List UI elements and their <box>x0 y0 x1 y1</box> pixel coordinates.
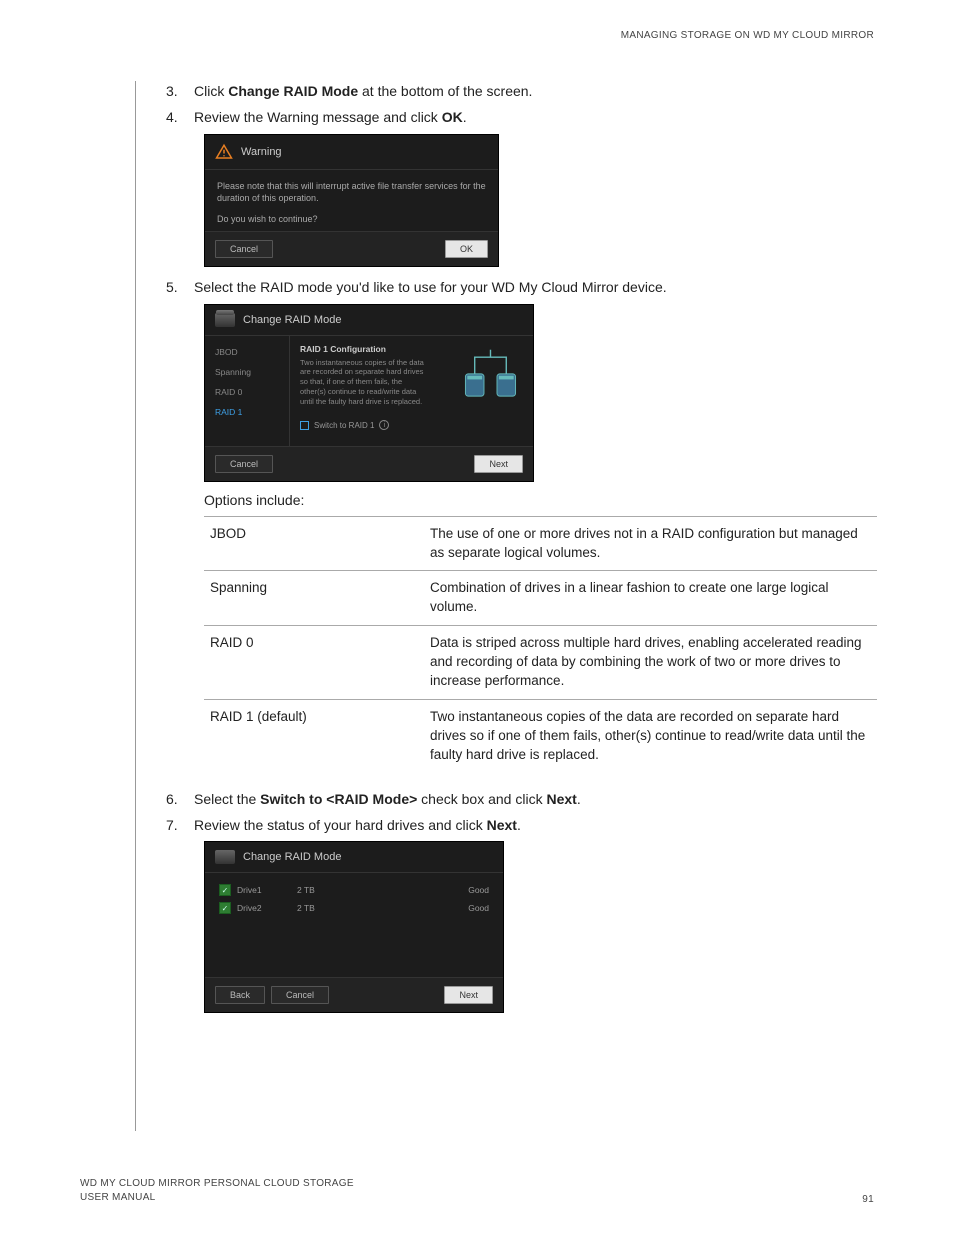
cancel-button[interactable]: Cancel <box>215 455 273 473</box>
switch-raid-checkbox[interactable] <box>300 421 309 430</box>
drive-ok-icon: ✓ <box>219 884 231 896</box>
change-raid-mode-dialog: Change RAID Mode JBOD Spanning RAID 0 RA… <box>204 304 534 482</box>
cancel-button[interactable]: Cancel <box>271 986 329 1004</box>
options-caption: Options include: <box>204 492 874 508</box>
option-desc: The use of one or more drives not in a R… <box>424 516 877 571</box>
step-number: 5. <box>166 277 194 297</box>
option-name: Spanning <box>204 571 424 626</box>
bold-text: Next <box>487 817 517 833</box>
raid-option-jbod[interactable]: JBOD <box>205 342 289 362</box>
info-icon[interactable]: i <box>379 420 389 430</box>
dialog-titlebar: Change RAID Mode <box>205 305 533 336</box>
dialog-title: Warning <box>241 146 282 158</box>
page-footer: WD MY CLOUD MIRROR PERSONAL CLOUD STORAG… <box>80 1177 874 1205</box>
drive-ok-icon: ✓ <box>219 902 231 914</box>
option-name: RAID 1 (default) <box>204 699 424 772</box>
step-number: 7. <box>166 815 194 835</box>
raid-config-description: Two instantaneous copies of the data are… <box>300 358 430 407</box>
text: . <box>463 109 467 125</box>
ok-button[interactable]: OK <box>445 240 488 258</box>
footer-subtitle: USER MANUAL <box>80 1191 354 1205</box>
step-text: Review the Warning message and click OK. <box>194 107 874 127</box>
page-number: 91 <box>862 1194 874 1205</box>
drive-row: ✓ Drive2 2 TB Good <box>219 899 489 917</box>
option-desc: Data is striped across multiple hard dri… <box>424 626 877 700</box>
raid-mode-list: JBOD Spanning RAID 0 RAID 1 <box>205 336 290 446</box>
option-name: RAID 0 <box>204 626 424 700</box>
warning-icon <box>215 143 233 161</box>
dialog-body: JBOD Spanning RAID 0 RAID 1 RAID 1 Confi… <box>205 336 533 446</box>
bold-text: Change RAID Mode <box>228 83 358 99</box>
warning-question: Do you wish to continue? <box>217 213 486 226</box>
option-desc: Combination of drives in a linear fashio… <box>424 571 877 626</box>
drive-status-dialog: Change RAID Mode ✓ Drive1 2 TB Good ✓ Dr… <box>204 841 504 1013</box>
text: . <box>577 791 581 807</box>
step-3: 3. Click Change RAID Mode at the bottom … <box>166 81 874 101</box>
step-text: Select the Switch to <RAID Mode> check b… <box>194 789 874 809</box>
dialog-titlebar: Warning <box>205 135 498 170</box>
raid-options-table: JBOD The use of one or more drives not i… <box>204 516 877 773</box>
running-header: MANAGING STORAGE ON WD MY CLOUD MIRROR <box>80 30 874 41</box>
step-text: Review the status of your hard drives an… <box>194 815 874 835</box>
drive-name: Drive1 <box>237 885 297 895</box>
raid-option-raid1[interactable]: RAID 1 <box>205 402 289 422</box>
drive-size: 2 TB <box>297 885 357 895</box>
bold-text: Next <box>546 791 576 807</box>
step-text: Select the RAID mode you'd like to use f… <box>194 277 874 297</box>
drive-status: Good <box>468 903 489 913</box>
raid1-diagram-icon <box>458 346 523 401</box>
step-5: 5. Select the RAID mode you'd like to us… <box>166 277 874 297</box>
raid-option-raid0[interactable]: RAID 0 <box>205 382 289 402</box>
cancel-button[interactable]: Cancel <box>215 240 273 258</box>
warning-dialog: Warning Please note that this will inter… <box>204 134 499 268</box>
table-row: RAID 0 Data is striped across multiple h… <box>204 626 877 700</box>
text: Review the Warning message and click <box>194 109 442 125</box>
step-6: 6. Select the Switch to <RAID Mode> chec… <box>166 789 874 809</box>
step-text: Click Change RAID Mode at the bottom of … <box>194 81 874 101</box>
table-row: Spanning Combination of drives in a line… <box>204 571 877 626</box>
next-button[interactable]: Next <box>444 986 493 1004</box>
dialog-titlebar: Change RAID Mode <box>205 842 503 873</box>
dialog-footer: Back Cancel Next <box>205 977 503 1012</box>
option-desc: Two instantaneous copies of the data are… <box>424 699 877 772</box>
step-4: 4. Review the Warning message and click … <box>166 107 874 127</box>
bold-text: OK <box>442 109 463 125</box>
table-row: JBOD The use of one or more drives not i… <box>204 516 877 571</box>
text: Select the <box>194 791 260 807</box>
step-number: 6. <box>166 789 194 809</box>
step-number: 3. <box>166 81 194 101</box>
drive-size: 2 TB <box>297 903 357 913</box>
text: . <box>517 817 521 833</box>
next-button[interactable]: Next <box>474 455 523 473</box>
dialog-title: Change RAID Mode <box>243 314 341 326</box>
raid-detail-pane: RAID 1 Configuration Two instantaneous c… <box>290 336 533 446</box>
content-column: 3. Click Change RAID Mode at the bottom … <box>135 81 874 1131</box>
back-button[interactable]: Back <box>215 986 265 1004</box>
dialog-body: Please note that this will interrupt act… <box>205 170 498 232</box>
drive-name: Drive2 <box>237 903 297 913</box>
drive-status: Good <box>468 885 489 895</box>
option-name: JBOD <box>204 516 424 571</box>
step-number: 4. <box>166 107 194 127</box>
dialog-title: Change RAID Mode <box>243 851 341 863</box>
hdd-icon <box>215 313 235 327</box>
dialog-footer: Cancel Next <box>205 446 533 481</box>
text: Review the status of your hard drives an… <box>194 817 487 833</box>
warning-text: Please note that this will interrupt act… <box>217 180 486 205</box>
text: check box and click <box>417 791 546 807</box>
step-7: 7. Review the status of your hard drives… <box>166 815 874 835</box>
footer-title: WD MY CLOUD MIRROR PERSONAL CLOUD STORAG… <box>80 1177 354 1191</box>
dialog-footer: Cancel OK <box>205 231 498 266</box>
switch-raid-label: Switch to RAID 1 <box>314 421 374 430</box>
table-row: RAID 1 (default) Two instantaneous copie… <box>204 699 877 772</box>
drive-row: ✓ Drive1 2 TB Good <box>219 881 489 899</box>
raid-option-spanning[interactable]: Spanning <box>205 362 289 382</box>
drive-list: ✓ Drive1 2 TB Good ✓ Drive2 2 TB Good <box>205 873 503 977</box>
text: Click <box>194 83 228 99</box>
switch-raid-row: Switch to RAID 1 i <box>300 420 523 430</box>
text: at the bottom of the screen. <box>358 83 532 99</box>
hdd-icon <box>215 850 235 864</box>
bold-text: Switch to <RAID Mode> <box>260 791 417 807</box>
